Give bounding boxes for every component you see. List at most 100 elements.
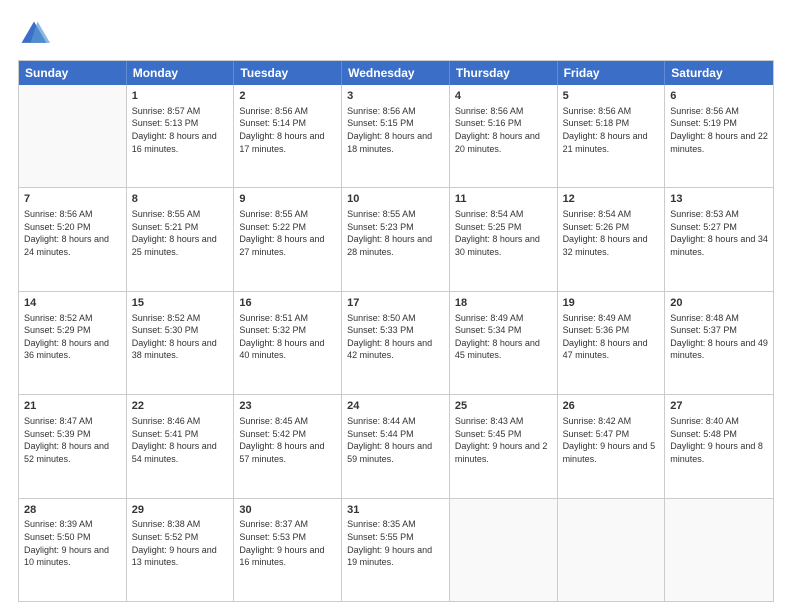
day-info: Sunrise: 8:49 AMSunset: 5:34 PMDaylight:… [455, 312, 552, 362]
day-number: 12 [563, 192, 660, 207]
day-info: Sunrise: 8:52 AMSunset: 5:29 PMDaylight:… [24, 312, 121, 362]
day-info: Sunrise: 8:49 AMSunset: 5:36 PMDaylight:… [563, 312, 660, 362]
calendar-cell: 23Sunrise: 8:45 AMSunset: 5:42 PMDayligh… [234, 395, 342, 497]
calendar-cell: 14Sunrise: 8:52 AMSunset: 5:29 PMDayligh… [19, 292, 127, 394]
day-number: 6 [670, 89, 768, 104]
day-number: 3 [347, 89, 444, 104]
day-info: Sunrise: 8:56 AMSunset: 5:16 PMDaylight:… [455, 105, 552, 155]
day-info: Sunrise: 8:55 AMSunset: 5:21 PMDaylight:… [132, 208, 229, 258]
calendar-cell [450, 499, 558, 601]
calendar-row: 28Sunrise: 8:39 AMSunset: 5:50 PMDayligh… [19, 499, 773, 601]
day-info: Sunrise: 8:47 AMSunset: 5:39 PMDaylight:… [24, 415, 121, 465]
day-number: 31 [347, 503, 444, 518]
day-number: 24 [347, 399, 444, 414]
calendar-cell: 19Sunrise: 8:49 AMSunset: 5:36 PMDayligh… [558, 292, 666, 394]
calendar-cell: 24Sunrise: 8:44 AMSunset: 5:44 PMDayligh… [342, 395, 450, 497]
calendar-body: 1Sunrise: 8:57 AMSunset: 5:13 PMDaylight… [19, 85, 773, 601]
day-number: 23 [239, 399, 336, 414]
day-info: Sunrise: 8:48 AMSunset: 5:37 PMDaylight:… [670, 312, 768, 362]
day-number: 27 [670, 399, 768, 414]
calendar-cell: 22Sunrise: 8:46 AMSunset: 5:41 PMDayligh… [127, 395, 235, 497]
day-number: 26 [563, 399, 660, 414]
calendar-cell: 21Sunrise: 8:47 AMSunset: 5:39 PMDayligh… [19, 395, 127, 497]
calendar-cell: 28Sunrise: 8:39 AMSunset: 5:50 PMDayligh… [19, 499, 127, 601]
calendar-cell: 30Sunrise: 8:37 AMSunset: 5:53 PMDayligh… [234, 499, 342, 601]
day-info: Sunrise: 8:55 AMSunset: 5:22 PMDaylight:… [239, 208, 336, 258]
calendar-cell: 26Sunrise: 8:42 AMSunset: 5:47 PMDayligh… [558, 395, 666, 497]
day-info: Sunrise: 8:43 AMSunset: 5:45 PMDaylight:… [455, 415, 552, 465]
calendar-cell: 20Sunrise: 8:48 AMSunset: 5:37 PMDayligh… [665, 292, 773, 394]
day-info: Sunrise: 8:56 AMSunset: 5:18 PMDaylight:… [563, 105, 660, 155]
day-info: Sunrise: 8:56 AMSunset: 5:19 PMDaylight:… [670, 105, 768, 155]
day-number: 9 [239, 192, 336, 207]
day-info: Sunrise: 8:37 AMSunset: 5:53 PMDaylight:… [239, 518, 336, 568]
day-number: 28 [24, 503, 121, 518]
header-day-saturday: Saturday [665, 61, 773, 85]
header-day-wednesday: Wednesday [342, 61, 450, 85]
day-number: 10 [347, 192, 444, 207]
calendar: SundayMondayTuesdayWednesdayThursdayFrid… [18, 60, 774, 602]
day-number: 13 [670, 192, 768, 207]
day-info: Sunrise: 8:53 AMSunset: 5:27 PMDaylight:… [670, 208, 768, 258]
day-number: 14 [24, 296, 121, 311]
calendar-cell: 2Sunrise: 8:56 AMSunset: 5:14 PMDaylight… [234, 85, 342, 187]
calendar-cell: 4Sunrise: 8:56 AMSunset: 5:16 PMDaylight… [450, 85, 558, 187]
calendar-cell: 25Sunrise: 8:43 AMSunset: 5:45 PMDayligh… [450, 395, 558, 497]
day-number: 2 [239, 89, 336, 104]
day-info: Sunrise: 8:54 AMSunset: 5:26 PMDaylight:… [563, 208, 660, 258]
day-info: Sunrise: 8:42 AMSunset: 5:47 PMDaylight:… [563, 415, 660, 465]
calendar-row: 14Sunrise: 8:52 AMSunset: 5:29 PMDayligh… [19, 292, 773, 395]
calendar-cell: 8Sunrise: 8:55 AMSunset: 5:21 PMDaylight… [127, 188, 235, 290]
calendar-header: SundayMondayTuesdayWednesdayThursdayFrid… [19, 61, 773, 85]
day-number: 4 [455, 89, 552, 104]
day-info: Sunrise: 8:56 AMSunset: 5:15 PMDaylight:… [347, 105, 444, 155]
calendar-cell: 31Sunrise: 8:35 AMSunset: 5:55 PMDayligh… [342, 499, 450, 601]
day-info: Sunrise: 8:56 AMSunset: 5:20 PMDaylight:… [24, 208, 121, 258]
day-info: Sunrise: 8:52 AMSunset: 5:30 PMDaylight:… [132, 312, 229, 362]
header-day-sunday: Sunday [19, 61, 127, 85]
day-number: 29 [132, 503, 229, 518]
calendar-cell: 7Sunrise: 8:56 AMSunset: 5:20 PMDaylight… [19, 188, 127, 290]
header-day-thursday: Thursday [450, 61, 558, 85]
day-number: 30 [239, 503, 336, 518]
calendar-cell: 16Sunrise: 8:51 AMSunset: 5:32 PMDayligh… [234, 292, 342, 394]
day-number: 16 [239, 296, 336, 311]
calendar-cell: 3Sunrise: 8:56 AMSunset: 5:15 PMDaylight… [342, 85, 450, 187]
day-info: Sunrise: 8:51 AMSunset: 5:32 PMDaylight:… [239, 312, 336, 362]
calendar-cell: 27Sunrise: 8:40 AMSunset: 5:48 PMDayligh… [665, 395, 773, 497]
calendar-row: 21Sunrise: 8:47 AMSunset: 5:39 PMDayligh… [19, 395, 773, 498]
calendar-cell: 13Sunrise: 8:53 AMSunset: 5:27 PMDayligh… [665, 188, 773, 290]
calendar-cell: 10Sunrise: 8:55 AMSunset: 5:23 PMDayligh… [342, 188, 450, 290]
day-info: Sunrise: 8:46 AMSunset: 5:41 PMDaylight:… [132, 415, 229, 465]
calendar-cell [665, 499, 773, 601]
day-number: 20 [670, 296, 768, 311]
logo-icon [18, 18, 50, 50]
calendar-cell: 11Sunrise: 8:54 AMSunset: 5:25 PMDayligh… [450, 188, 558, 290]
day-number: 22 [132, 399, 229, 414]
day-info: Sunrise: 8:38 AMSunset: 5:52 PMDaylight:… [132, 518, 229, 568]
header-day-monday: Monday [127, 61, 235, 85]
logo [18, 18, 54, 50]
day-number: 7 [24, 192, 121, 207]
day-number: 21 [24, 399, 121, 414]
calendar-cell: 12Sunrise: 8:54 AMSunset: 5:26 PMDayligh… [558, 188, 666, 290]
calendar-cell: 9Sunrise: 8:55 AMSunset: 5:22 PMDaylight… [234, 188, 342, 290]
calendar-cell [19, 85, 127, 187]
day-info: Sunrise: 8:45 AMSunset: 5:42 PMDaylight:… [239, 415, 336, 465]
day-number: 15 [132, 296, 229, 311]
calendar-cell: 29Sunrise: 8:38 AMSunset: 5:52 PMDayligh… [127, 499, 235, 601]
day-info: Sunrise: 8:57 AMSunset: 5:13 PMDaylight:… [132, 105, 229, 155]
calendar-cell: 6Sunrise: 8:56 AMSunset: 5:19 PMDaylight… [665, 85, 773, 187]
day-number: 11 [455, 192, 552, 207]
day-info: Sunrise: 8:54 AMSunset: 5:25 PMDaylight:… [455, 208, 552, 258]
day-number: 25 [455, 399, 552, 414]
day-number: 17 [347, 296, 444, 311]
calendar-cell: 5Sunrise: 8:56 AMSunset: 5:18 PMDaylight… [558, 85, 666, 187]
day-info: Sunrise: 8:40 AMSunset: 5:48 PMDaylight:… [670, 415, 768, 465]
calendar-row: 1Sunrise: 8:57 AMSunset: 5:13 PMDaylight… [19, 85, 773, 188]
calendar-cell: 18Sunrise: 8:49 AMSunset: 5:34 PMDayligh… [450, 292, 558, 394]
day-info: Sunrise: 8:35 AMSunset: 5:55 PMDaylight:… [347, 518, 444, 568]
day-number: 5 [563, 89, 660, 104]
day-info: Sunrise: 8:55 AMSunset: 5:23 PMDaylight:… [347, 208, 444, 258]
calendar-cell: 15Sunrise: 8:52 AMSunset: 5:30 PMDayligh… [127, 292, 235, 394]
